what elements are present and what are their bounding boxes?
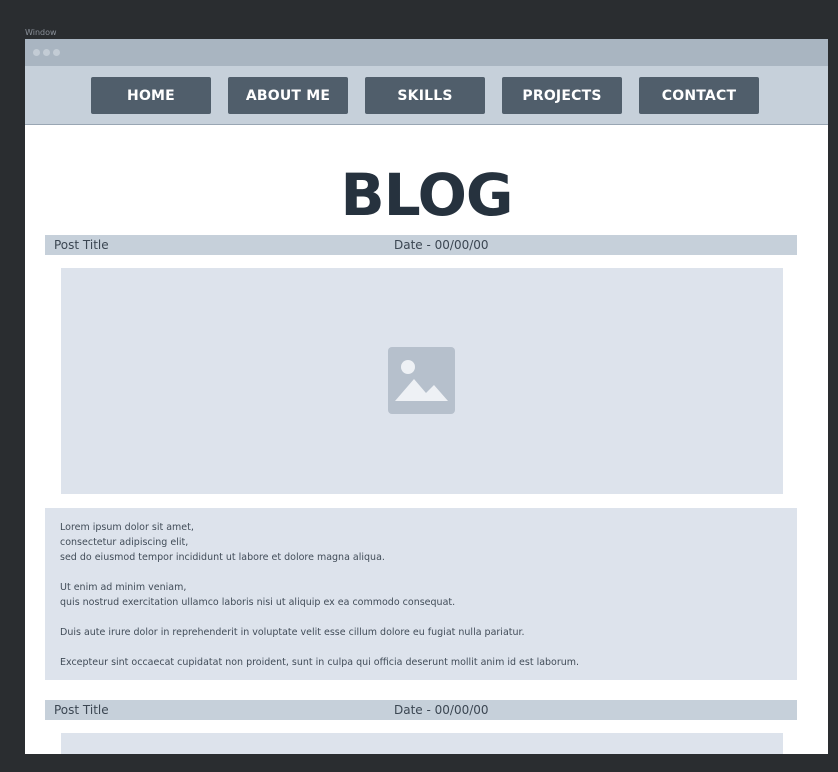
post-line: Ut enim ad minim veniam,: [60, 582, 187, 593]
post-paragraph: Ut enim ad minim veniam, quis nostrud ex…: [60, 580, 782, 610]
window-close-dot[interactable]: [33, 49, 40, 56]
window-titlebar: [25, 39, 828, 66]
post-title[interactable]: Post Title: [54, 238, 109, 252]
post-image-placeholder: [61, 733, 783, 754]
window-maximize-dot[interactable]: [53, 49, 60, 56]
post-header: Post Title Date - 00/00/00: [45, 235, 797, 255]
nav-skills-button[interactable]: SKILLS: [365, 77, 485, 114]
post-line: sed do eiusmod tempor incididunt ut labo…: [60, 552, 385, 563]
canvas-label: Window: [25, 28, 57, 37]
nav-about-button[interactable]: ABOUT ME: [228, 77, 348, 114]
window-minimize-dot[interactable]: [43, 49, 50, 56]
nav-contact-button[interactable]: CONTACT: [639, 77, 759, 114]
browser-window: HOME ABOUT ME SKILLS PROJECTS CONTACT BL…: [25, 39, 828, 754]
nav-projects-button[interactable]: PROJECTS: [502, 77, 622, 114]
page-title: BLOG: [340, 161, 513, 229]
post-line: Excepteur sint occaecat cupidatat non pr…: [60, 657, 580, 668]
post-body: Lorem ipsum dolor sit amet, consectetur …: [45, 508, 797, 680]
post-title[interactable]: Post Title: [54, 703, 109, 717]
nav-bar: HOME ABOUT ME SKILLS PROJECTS CONTACT: [25, 66, 828, 125]
nav-home-button[interactable]: HOME: [91, 77, 211, 114]
post-paragraph: Lorem ipsum dolor sit amet, consectetur …: [60, 520, 782, 565]
post-line: Duis aute irure dolor in reprehenderit i…: [60, 627, 525, 638]
post-header: Post Title Date - 00/00/00: [45, 700, 797, 720]
post-paragraph: Excepteur sint occaecat cupidatat non pr…: [60, 655, 782, 670]
post-line: consectetur adipiscing elit,: [60, 537, 189, 548]
image-placeholder-icon: [388, 347, 455, 414]
post-line: Lorem ipsum dolor sit amet,: [60, 522, 194, 533]
post-date: Date - 00/00/00: [394, 238, 489, 252]
post-paragraph: Duis aute irure dolor in reprehenderit i…: [60, 625, 782, 640]
post-line: quis nostrud exercitation ullamco labori…: [60, 597, 456, 608]
post-date: Date - 00/00/00: [394, 703, 489, 717]
post-image-placeholder: [61, 268, 783, 494]
